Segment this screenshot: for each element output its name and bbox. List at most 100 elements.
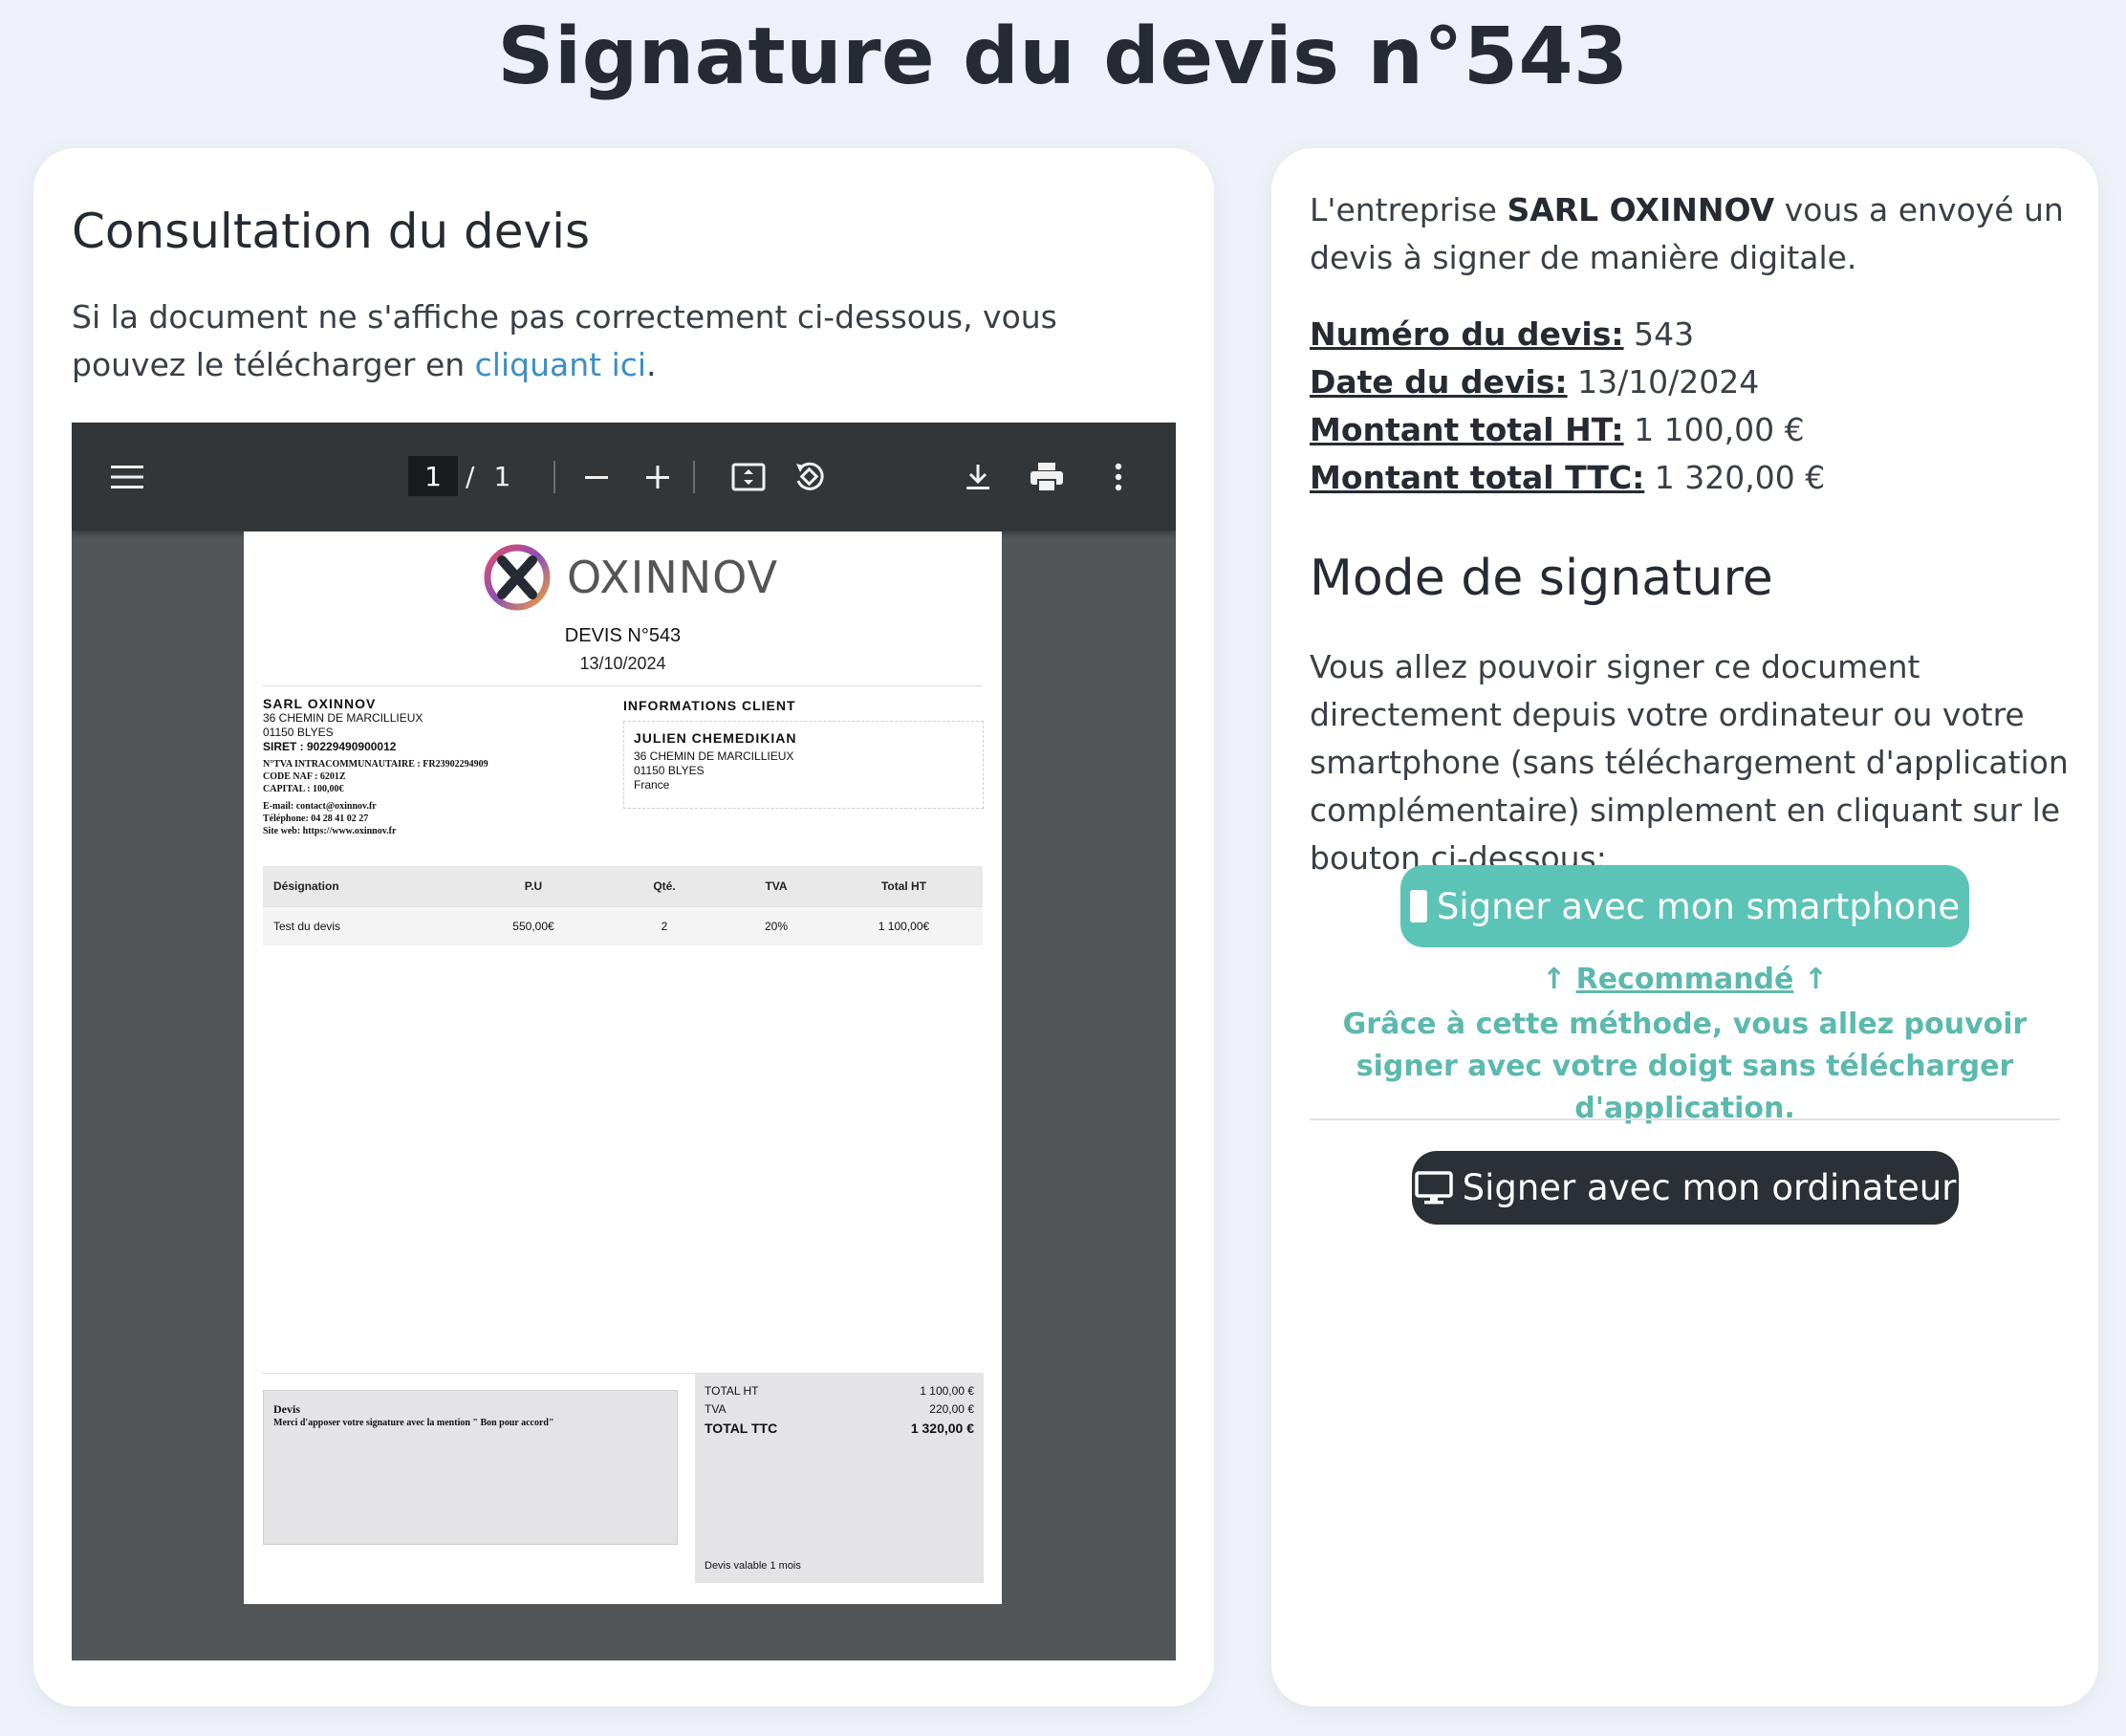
download-link[interactable]: cliquant ici	[475, 346, 646, 383]
total-ht-line: Montant total HT: 1 100,00 €	[1310, 406, 1825, 454]
page-title: Signature du devis n°543	[497, 11, 1629, 102]
validity-text: Devis valable 1 mois	[705, 1560, 801, 1572]
menu-icon[interactable]	[98, 423, 156, 531]
total-ttc-row: TOTAL TTC 1 320,00 €	[705, 1421, 974, 1436]
smartphone-icon	[1409, 890, 1427, 922]
table-cell: 20%	[727, 906, 825, 945]
client-city: 01150 BLYES	[634, 764, 705, 777]
download-instructions-end: .	[646, 346, 657, 383]
monitor-icon	[1414, 1170, 1453, 1204]
company-logo: OXINNOV	[483, 543, 778, 612]
quote-number-line: Numéro du devis: 543	[1310, 311, 1825, 358]
items-table: Désignation P.U Qté. TVA Total HT Test d…	[263, 866, 983, 945]
table-cell: 2	[601, 906, 727, 945]
toolbar-divider	[693, 461, 695, 493]
document-title: DEVIS N°543	[564, 625, 682, 646]
note-text: Merci d'apposer votre signature avec la …	[273, 1418, 554, 1428]
page-separator: /	[466, 460, 475, 492]
table-cell: Test du devis	[263, 906, 466, 945]
fit-page-icon[interactable]	[722, 423, 775, 531]
client-info: JULIEN CHEMEDIKIAN 36 CHEMIN DE MARCILLI…	[623, 721, 984, 809]
sender-tva: N°TVA INTRACOMMUNAUTAIRE : FR23902294909	[263, 759, 488, 770]
table-cell: 1 100,00€	[825, 906, 983, 945]
print-icon[interactable]	[1018, 423, 1075, 531]
fact-label: Date du devis:	[1310, 363, 1568, 401]
tva-value: 220,00 €	[929, 1402, 974, 1416]
total-pages: 1	[493, 460, 511, 492]
total-ht-row: TOTAL HT 1 100,00 €	[705, 1384, 974, 1398]
fact-value: 1 100,00 €	[1634, 411, 1805, 448]
client-address: 36 CHEMIN DE MARCILLIEUX	[634, 749, 794, 763]
client-heading: INFORMATIONS CLIENT	[623, 698, 796, 713]
recommended-label: Recommandé	[1575, 963, 1794, 996]
column-header: Désignation	[263, 866, 466, 907]
sender-email: E-mail: contact@oxinnov.fr	[263, 801, 377, 812]
client-name: JULIEN CHEMEDIKIAN	[634, 730, 797, 746]
sender-capital: CAPITAL : 100,00€	[263, 784, 344, 794]
sign-computer-button[interactable]: Signer avec mon ordinateur	[1412, 1151, 1959, 1225]
sign-smartphone-label: Signer avec mon smartphone	[1436, 885, 1961, 927]
fact-label: Numéro du devis:	[1310, 315, 1624, 353]
arrow-up-icon: ↑	[1542, 963, 1567, 996]
sender-phone: Téléphone: 04 28 41 02 27	[263, 814, 369, 824]
pdf-toolbar: 1 / 1	[72, 423, 1176, 531]
page-number-input[interactable]: 1	[408, 456, 458, 496]
total-ht-value: 1 100,00 €	[920, 1384, 974, 1398]
table-row: Test du devis 550,00€ 2 20% 1 100,00€	[263, 906, 983, 945]
quote-date-line: Date du devis: 13/10/2024	[1310, 358, 1825, 406]
sender-name: SARL OXINNOV	[263, 696, 377, 711]
sender-info: SARL OXINNOV 36 CHEMIN DE MARCILLIEUX 01…	[263, 697, 488, 837]
signature-note: Devis Merci d'apposer votre signature av…	[263, 1390, 678, 1545]
totals-box: TOTAL HT 1 100,00 € TVA 220,00 € TOTAL T…	[695, 1373, 984, 1583]
column-header: P.U	[466, 866, 601, 907]
download-icon[interactable]	[951, 423, 1005, 531]
table-cell: 550,00€	[466, 906, 601, 945]
consultation-heading: Consultation du devis	[72, 204, 591, 259]
recommended-description: Grâce à cette méthode, vous allez pouvoi…	[1342, 1008, 2028, 1125]
sender-address: 36 CHEMIN DE MARCILLIEUX	[263, 711, 423, 725]
column-header: Total HT	[825, 866, 983, 907]
more-vert-icon[interactable]	[1095, 423, 1142, 531]
sender-siret: SIRET : 90229490900012	[263, 740, 397, 753]
rotate-icon[interactable]	[783, 423, 836, 531]
column-header: Qté.	[601, 866, 727, 907]
divider	[263, 685, 983, 686]
download-instructions: Si la document ne s'affiche pas correcte…	[72, 293, 1171, 389]
quote-viewer-card: Consultation du devis Si la document ne …	[33, 148, 1214, 1706]
sender-message: L'entreprise SARL OXINNOV vous a envoyé …	[1310, 186, 2074, 282]
fact-value: 543	[1634, 315, 1695, 353]
client-country: France	[634, 778, 670, 792]
document-date: 13/10/2024	[579, 654, 666, 673]
total-ttc-label: TOTAL TTC	[705, 1421, 778, 1436]
toolbar-divider	[553, 461, 555, 493]
signature-mode-description: Vous allez pouvoir signer ce document di…	[1310, 648, 2069, 877]
sender-website: Site web: https://www.oxinnov.fr	[263, 826, 397, 836]
quote-facts: Numéro du devis: 543 Date du devis: 13/1…	[1310, 311, 1825, 502]
pdf-viewer[interactable]: 1 / 1 OXINNOV DEVIS N°543 13/10/2024 SAR…	[72, 423, 1176, 1660]
fact-value: 1 320,00 €	[1654, 459, 1826, 496]
company-name: SARL OXINNOV	[1507, 191, 1775, 228]
fact-value: 13/10/2024	[1577, 363, 1760, 401]
page-count: / 1	[466, 456, 510, 496]
signature-card: L'entreprise SARL OXINNOV vous a envoyé …	[1271, 148, 2098, 1706]
table-header-row: Désignation P.U Qté. TVA Total HT	[263, 866, 983, 907]
total-ht-label: TOTAL HT	[705, 1384, 759, 1398]
fact-label: Montant total TTC:	[1310, 459, 1645, 496]
divider	[1310, 1118, 2060, 1120]
tva-row: TVA 220,00 €	[705, 1402, 974, 1416]
logo-text: OXINNOV	[567, 552, 779, 603]
sign-smartphone-button[interactable]: Signer avec mon smartphone	[1400, 865, 1969, 947]
sign-computer-label: Signer avec mon ordinateur	[1462, 1167, 1957, 1208]
document-page: OXINNOV DEVIS N°543 13/10/2024 SARL OXIN…	[244, 532, 1002, 1604]
sender-naf: CODE NAF : 6201Z	[263, 771, 346, 782]
zoom-in-icon[interactable]	[634, 423, 682, 531]
total-ttc-value: 1 320,00 €	[910, 1421, 974, 1436]
arrow-up-icon: ↑	[1803, 963, 1828, 996]
sender-city: 01150 BLYES	[263, 726, 334, 739]
total-ttc-line: Montant total TTC: 1 320,00 €	[1310, 454, 1825, 502]
fact-label: Montant total HT:	[1310, 411, 1624, 448]
recommended-badge: ↑ Recommandé ↑	[1271, 963, 2098, 996]
zoom-out-icon[interactable]	[573, 423, 620, 531]
note-title: Devis	[273, 1402, 300, 1416]
signature-mode-heading: Mode de signature	[1310, 550, 1773, 607]
